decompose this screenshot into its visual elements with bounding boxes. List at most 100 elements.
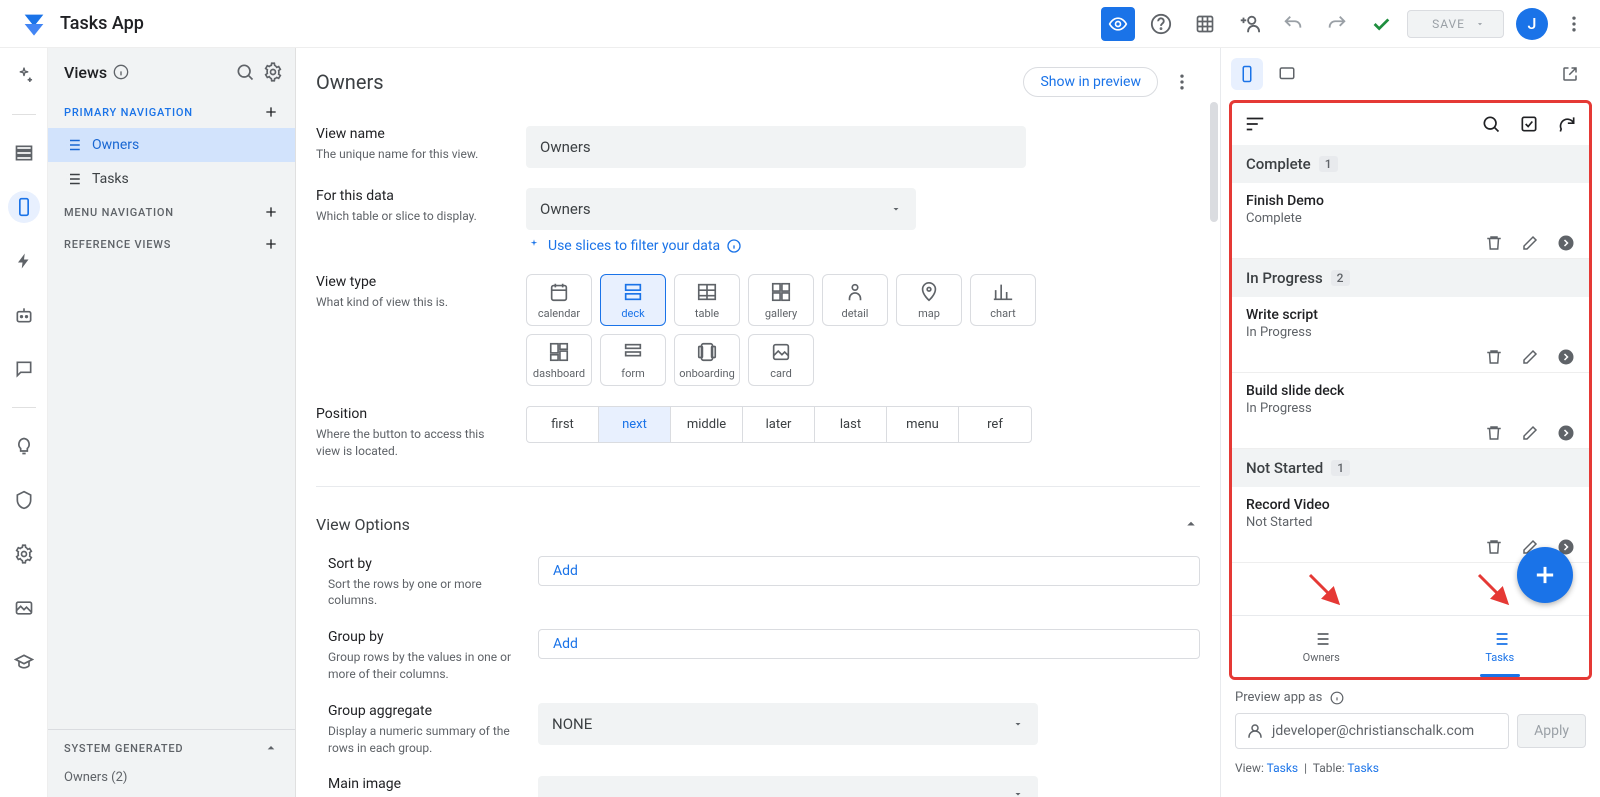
chevron-down-icon [890, 203, 902, 215]
list-icon [1311, 629, 1331, 649]
view-type-form[interactable]: form [600, 334, 666, 386]
sort-icon[interactable] [1244, 113, 1266, 135]
rail-chat-icon[interactable] [8, 353, 40, 385]
view-type-map[interactable]: map [896, 274, 962, 326]
reference-views-header[interactable]: REFERENCE VIEWS [48, 228, 295, 260]
task-card[interactable]: Build slide deckIn Progress [1232, 373, 1589, 449]
main-image-select[interactable] [538, 776, 1038, 797]
rail-grad-icon[interactable] [8, 646, 40, 678]
undo-icon[interactable] [1275, 6, 1311, 42]
position-later[interactable]: later [743, 407, 815, 442]
apply-button[interactable]: Apply [1517, 714, 1586, 748]
redo-icon[interactable] [1319, 6, 1355, 42]
sort-add-button[interactable]: Add [538, 556, 1200, 586]
show-in-preview-button[interactable]: Show in preview [1023, 67, 1158, 97]
for-data-select[interactable]: Owners [526, 188, 916, 230]
view-options-header[interactable]: View Options [296, 503, 1220, 546]
save-button[interactable]: SAVE [1407, 10, 1504, 38]
help-icon[interactable] [1143, 6, 1179, 42]
edit-icon[interactable] [1521, 234, 1539, 252]
position-last[interactable]: last [815, 407, 887, 442]
rail-image-icon[interactable] [8, 592, 40, 624]
edit-icon[interactable] [1521, 424, 1539, 442]
check-icon[interactable] [1363, 6, 1399, 42]
view-type-chart[interactable]: chart [970, 274, 1036, 326]
view-name-input[interactable]: Owners [526, 126, 1026, 168]
chevron-right-icon[interactable] [1557, 424, 1575, 442]
trash-icon[interactable] [1485, 424, 1503, 442]
system-generated-header[interactable]: SYSTEM GENERATED [48, 729, 295, 766]
edit-icon[interactable] [1521, 348, 1539, 366]
bottom-nav-owners[interactable]: Owners [1232, 616, 1411, 677]
chevron-right-icon[interactable] [1557, 234, 1575, 252]
chevron-right-icon[interactable] [1557, 348, 1575, 366]
task-card[interactable]: Finish DemoComplete [1232, 183, 1589, 259]
editor-pane: Owners Show in preview View name The uni… [296, 48, 1220, 797]
rail-spark-icon[interactable] [8, 60, 40, 92]
rail-bot-icon[interactable] [8, 299, 40, 331]
task-card[interactable]: Write scriptIn Progress [1232, 297, 1589, 373]
view-type-detail[interactable]: detail [822, 274, 888, 326]
rail-bulb-icon[interactable] [8, 430, 40, 462]
position-first[interactable]: first [527, 407, 599, 442]
more-vert-icon[interactable] [1556, 6, 1592, 42]
trash-icon[interactable] [1485, 348, 1503, 366]
checkbox-icon[interactable] [1519, 114, 1539, 134]
scrollbar[interactable] [1210, 102, 1218, 797]
system-sub-item[interactable]: Owners (2) [48, 766, 295, 797]
position-middle[interactable]: middle [671, 407, 743, 442]
position-next[interactable]: next [599, 407, 671, 442]
preview-eye-button[interactable] [1101, 7, 1135, 41]
view-type-deck[interactable]: deck [600, 274, 666, 326]
views-item-owners[interactable]: Owners [48, 128, 295, 162]
refresh-icon[interactable] [1557, 114, 1577, 134]
editor-title: Owners [316, 70, 384, 94]
bottom-nav-tasks[interactable]: Tasks [1411, 616, 1590, 677]
trash-icon[interactable] [1485, 234, 1503, 252]
view-type-card[interactable]: card [748, 334, 814, 386]
rail-bolt-icon[interactable] [8, 245, 40, 277]
group-agg-select[interactable]: NONE [538, 703, 1038, 745]
search-icon[interactable] [235, 62, 255, 82]
fab-add[interactable] [1517, 547, 1573, 603]
view-type-dashboard[interactable]: dashboard [526, 334, 592, 386]
chevron-down-icon [1012, 718, 1024, 730]
slices-link[interactable]: Use slices to filter your data [526, 238, 1200, 254]
rail-settings-icon[interactable] [8, 538, 40, 570]
view-type-label: View type [316, 274, 506, 290]
chevron-up-icon [1182, 515, 1200, 533]
position-row: firstnextmiddlelaterlastmenuref [526, 406, 1032, 443]
view-type-onboarding[interactable]: onboarding [674, 334, 740, 386]
view-type-table[interactable]: table [674, 274, 740, 326]
appsheet-logo [20, 10, 48, 38]
menu-nav-header[interactable]: MENU NAVIGATION [48, 196, 295, 228]
rail-data-icon[interactable] [8, 137, 40, 169]
position-menu[interactable]: menu [887, 407, 959, 442]
trash-icon[interactable] [1485, 538, 1503, 556]
info-icon[interactable] [113, 64, 129, 80]
rail-shield-icon[interactable] [8, 484, 40, 516]
search-icon[interactable] [1481, 114, 1501, 134]
view-link[interactable]: Tasks [1267, 761, 1299, 775]
plus-icon[interactable] [263, 236, 279, 252]
rail-views-icon[interactable] [8, 191, 40, 223]
group-add-button[interactable]: Add [538, 629, 1200, 659]
user-icon [1246, 722, 1264, 740]
preview-phone-tab[interactable] [1231, 58, 1263, 90]
add-user-icon[interactable] [1231, 6, 1267, 42]
views-item-tasks[interactable]: Tasks [48, 162, 295, 196]
plus-icon[interactable] [263, 204, 279, 220]
plus-icon[interactable] [263, 104, 279, 120]
avatar[interactable]: J [1516, 8, 1548, 40]
view-type-gallery[interactable]: gallery [748, 274, 814, 326]
open-external-icon[interactable] [1554, 58, 1586, 90]
primary-nav-header[interactable]: PRIMARY NAVIGATION [48, 96, 295, 128]
gear-icon[interactable] [263, 62, 283, 82]
more-vert-icon[interactable] [1164, 64, 1200, 100]
grid-icon[interactable] [1187, 6, 1223, 42]
preview-email-input[interactable]: jdeveloper@christianschalk.com [1235, 713, 1509, 749]
preview-tablet-tab[interactable] [1271, 58, 1303, 90]
view-type-calendar[interactable]: calendar [526, 274, 592, 326]
table-link[interactable]: Tasks [1347, 761, 1379, 775]
position-ref[interactable]: ref [959, 407, 1031, 442]
